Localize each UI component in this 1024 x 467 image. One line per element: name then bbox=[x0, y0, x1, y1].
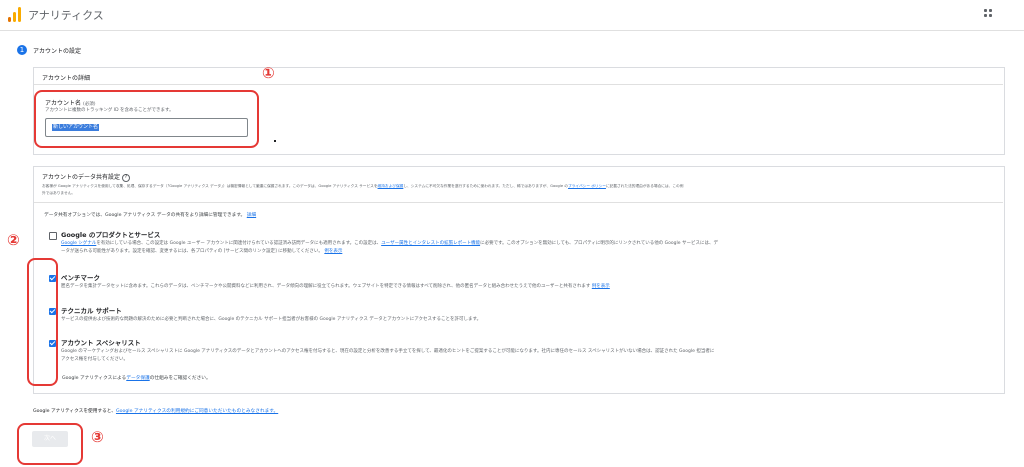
data-sharing-description-line1: お客様が Google アナリティクスを使用して収集、処理、保存するデータ（「G… bbox=[42, 184, 683, 189]
annotation-box-3 bbox=[17, 423, 83, 465]
data-sharing-title-text: アカウントのデータ共有設定 bbox=[42, 174, 121, 181]
google-products-desc-line2: ータが送られる可能性があります。設定を確認、変更するには、各プロパティの [サー… bbox=[61, 248, 342, 254]
annotation-number-3: ③ bbox=[91, 428, 104, 446]
divider bbox=[34, 84, 1003, 85]
analytics-logo-icon bbox=[8, 6, 22, 22]
annotation-number-1: ① bbox=[262, 64, 275, 82]
desc3: に記載された法的理由がある場合には、この例 bbox=[605, 184, 684, 188]
top-bar: アナリティクス bbox=[0, 0, 1024, 31]
benchmark-title: ベンチマーク bbox=[61, 274, 100, 282]
account-specialist-title: アカウント スペシャリスト bbox=[61, 339, 141, 347]
show-example-link[interactable]: 例を表示 bbox=[592, 284, 610, 289]
step-title: アカウントの設定 bbox=[33, 48, 82, 55]
annotation-box-1 bbox=[34, 90, 259, 148]
benchmark-desc-text: 匿名データを集計データセットに含めます。これらのデータは、ベンチマークや公開資料… bbox=[61, 284, 591, 289]
terms-pre: Google アナリティクスを使用すると、 bbox=[33, 409, 116, 414]
terms-link[interactable]: Google アナリティクスの利用規約にご同意いただいたものとみなされます。 bbox=[116, 409, 278, 414]
data-protection-link[interactable]: データ保護 bbox=[126, 376, 149, 381]
account-specialist-desc-line1: Google のマーケティングおよびセールス スペシャリストに Google ア… bbox=[61, 349, 715, 354]
desc2: し、システムに不可欠な作業を遂行するために使われます。ただし、稀ではありますが、… bbox=[403, 184, 568, 188]
google-products-desc-text: を有効にしている場合、この設定は Google ユーザー アカウントに関連付けら… bbox=[96, 241, 382, 246]
options-intro-text: データ共有オプションでは、Google アナリティクス データの共有をより詳細に… bbox=[44, 213, 246, 218]
google-products-desc-line2-text: ータが送られる可能性があります。設定を確認、変更するには、各プロパティの [サー… bbox=[61, 249, 323, 254]
divider bbox=[34, 202, 1003, 203]
account-details-title: アカウントの詳細 bbox=[42, 75, 91, 82]
benchmark-desc: 匿名データを集計データセットに含めます。これらのデータは、ベンチマークや公開資料… bbox=[61, 283, 610, 289]
desc1: お客様が Google アナリティクスを使用して収集、処理、保存するデータ（「G… bbox=[42, 184, 378, 188]
technical-support-title: テクニカル サポート bbox=[61, 307, 122, 315]
maintain-protect-link[interactable]: 維持および保護 bbox=[378, 184, 404, 188]
footer-pre: Google アナリティクスによる bbox=[62, 376, 127, 381]
grid-icon[interactable] bbox=[984, 9, 994, 19]
account-specialist-desc-line2: アクセス権を付与してください。 bbox=[61, 357, 129, 362]
google-products-checkbox[interactable] bbox=[49, 232, 57, 240]
step-number-badge: 1 bbox=[17, 45, 27, 55]
show-example-link[interactable]: 例を表示 bbox=[324, 249, 342, 254]
terms-text: Google アナリティクスを使用すると、Google アナリティクスの利用規約… bbox=[33, 408, 278, 414]
data-sharing-title: アカウントのデータ共有設定 ? bbox=[42, 172, 130, 182]
cursor-dot bbox=[274, 140, 276, 142]
annotation-box-2 bbox=[27, 258, 58, 386]
footer-post: の仕組みをご確認ください。 bbox=[149, 376, 211, 381]
options-intro: データ共有オプションでは、Google アナリティクス データの共有をより詳細に… bbox=[44, 212, 256, 218]
annotation-number-2: ② bbox=[7, 231, 20, 249]
google-products-desc-line1: Google シグナルを有効にしている場合、この設定は Google ユーザー … bbox=[61, 240, 718, 246]
data-sharing-card bbox=[33, 166, 1005, 394]
google-signals-link[interactable]: Google シグナル bbox=[61, 241, 96, 246]
google-products-desc-end: に必要です。このオプションを無効にしても、プロパティに明示的にリンクされている他… bbox=[480, 241, 718, 246]
data-protection-footer: Google アナリティクスによるデータ保護の仕組みをご確認ください。 bbox=[62, 375, 211, 381]
demographics-link[interactable]: ユーザー属性とインタレストの拡張レポート機能 bbox=[381, 241, 480, 246]
google-products-title: Google のプロダクトとサービス bbox=[61, 231, 161, 239]
technical-support-desc: サービスの提供および技術的な問題の解決のために必要と判断された場合に、Googl… bbox=[61, 317, 482, 322]
privacy-policy-link[interactable]: プライバシー ポリシー bbox=[568, 184, 606, 188]
data-sharing-description-line2: 外ではありません。 bbox=[42, 191, 76, 195]
help-icon[interactable]: ? bbox=[121, 173, 130, 182]
app-title: アナリティクス bbox=[28, 9, 104, 22]
details-link[interactable]: 詳細 bbox=[247, 213, 256, 218]
